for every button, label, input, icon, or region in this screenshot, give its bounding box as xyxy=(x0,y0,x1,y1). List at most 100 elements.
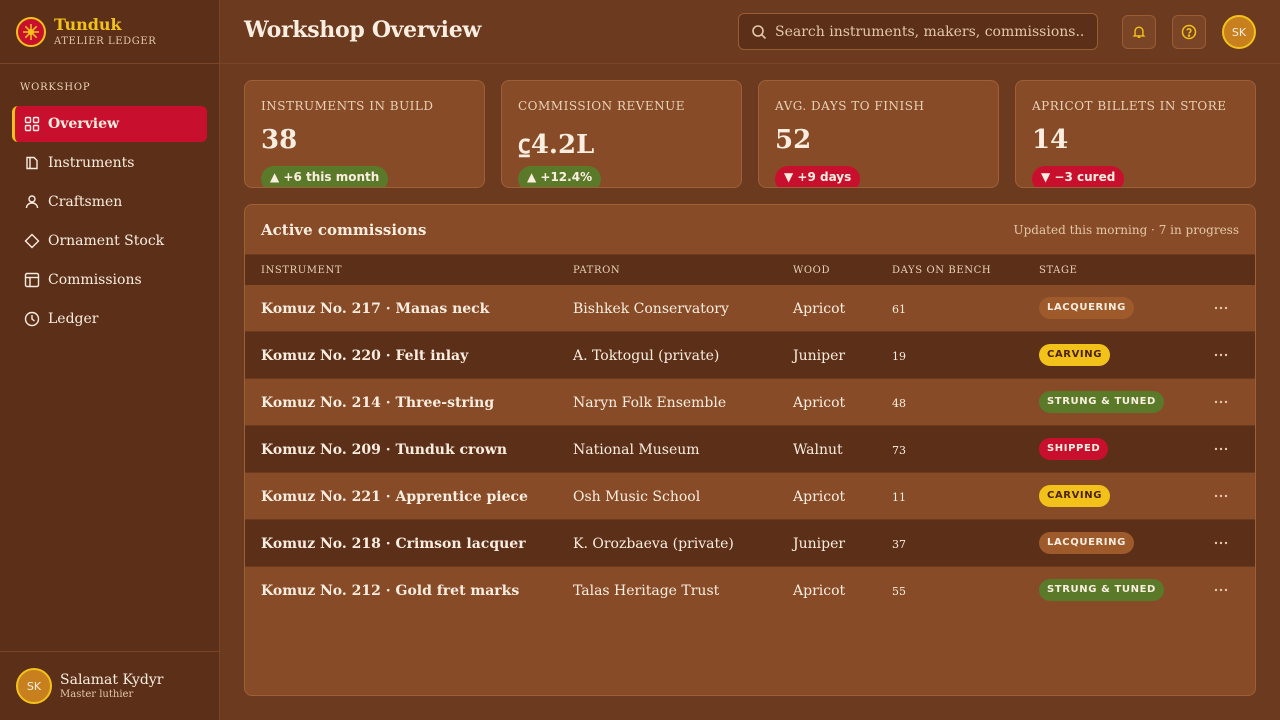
stat-delta-badge: ▼ +9 days xyxy=(775,166,861,187)
sidebar-item-commissions[interactable]: Commissions xyxy=(12,262,207,298)
search-box[interactable] xyxy=(738,13,1098,50)
brand[interactable]: Tunduk ATELIER LEDGER xyxy=(0,0,219,64)
patron-cell: National Museum xyxy=(573,442,700,458)
stat-card-instruments-in-build: INSTRUMENTS IN BUILD 38 ▲ +6 this month xyxy=(244,80,485,188)
sidebar-item-label: Instruments xyxy=(48,155,135,171)
table-row[interactable]: Komuz No. 221 · Apprentice piece Osh Mus… xyxy=(245,473,1255,520)
column-header-wood[interactable]: WOOD xyxy=(793,265,830,276)
user-role: Master luthier xyxy=(60,689,134,700)
instrument-cell: Komuz No. 218 · Crimson lacquer xyxy=(261,536,526,552)
search-input[interactable] xyxy=(775,23,1085,40)
column-header-days[interactable]: DAYS ON BENCH xyxy=(892,265,991,276)
topbar: Workshop Overview SK xyxy=(220,0,1280,64)
stage-badge: SHIPPED xyxy=(1039,438,1109,460)
help-icon xyxy=(1181,24,1197,40)
more-actions-icon[interactable] xyxy=(1211,579,1231,601)
patron-cell: Talas Heritage Trust xyxy=(573,583,720,599)
brand-subtitle: ATELIER LEDGER xyxy=(54,36,157,47)
wood-cell: Apricot xyxy=(793,583,846,599)
table-row[interactable]: Komuz No. 218 · Crimson lacquer K. Orozb… xyxy=(245,520,1255,567)
avatar: SK xyxy=(16,668,52,704)
sidebar-item-instruments[interactable]: Instruments xyxy=(12,145,207,181)
wood-cell: Apricot xyxy=(793,301,846,317)
instrument-cell: Komuz No. 214 · Three-string xyxy=(261,395,495,411)
clock-icon xyxy=(24,311,40,327)
table-row[interactable]: Komuz No. 214 · Three-string Naryn Folk … xyxy=(245,379,1255,426)
wood-cell: Juniper xyxy=(793,536,846,552)
instrument-cell: Komuz No. 212 · Gold fret marks xyxy=(261,583,520,599)
stage-badge: CARVING xyxy=(1039,344,1111,366)
days-cell: 11 xyxy=(892,491,906,504)
more-actions-icon[interactable] xyxy=(1211,344,1231,366)
wood-cell: Walnut xyxy=(793,442,843,458)
instrument-cell: Komuz No. 209 · Tunduk crown xyxy=(261,442,507,458)
stage-badge: LACQUERING xyxy=(1039,297,1134,319)
stage-badge: STRUNG & TUNED xyxy=(1039,579,1164,601)
stat-delta-badge: ▼ −3 cured xyxy=(1032,166,1125,187)
patron-cell: Bishkek Conservatory xyxy=(573,301,729,317)
stat-card-apricot-billets: APRICOT BILLETS IN STORE 14 ▼ −3 cured xyxy=(1015,80,1256,188)
user-profile[interactable]: SK Salamat Kydyr Master luthier xyxy=(0,651,219,720)
sidebar-item-overview[interactable]: Overview xyxy=(12,106,207,142)
active-commissions-panel: Active commissions Updated this morning … xyxy=(244,204,1256,696)
table-row[interactable]: Komuz No. 212 · Gold fret marks Talas He… xyxy=(245,567,1255,614)
grid-icon xyxy=(24,116,40,132)
table-row[interactable]: Komuz No. 217 · Manas neck Bishkek Conse… xyxy=(245,285,1255,332)
days-cell: 61 xyxy=(892,303,906,316)
stat-value: 38 xyxy=(261,125,298,155)
bell-icon xyxy=(1132,25,1146,39)
layout-icon xyxy=(24,272,40,288)
sidebar: Tunduk ATELIER LEDGER WORKSHOP Overview … xyxy=(0,0,220,720)
nav-section-label: WORKSHOP xyxy=(20,82,91,93)
page-title: Workshop Overview xyxy=(244,17,482,43)
stat-card-commission-revenue: COMMISSION REVENUE ⃀4.2L ▲ +12.4% xyxy=(501,80,742,188)
help-button[interactable] xyxy=(1172,15,1206,49)
more-actions-icon[interactable] xyxy=(1211,297,1231,319)
days-cell: 55 xyxy=(892,585,906,598)
days-cell: 19 xyxy=(892,350,906,363)
days-cell: 73 xyxy=(892,444,906,457)
column-header-instrument[interactable]: INSTRUMENT xyxy=(261,265,342,276)
sidebar-item-label: Overview xyxy=(48,116,120,132)
stage-badge: LACQUERING xyxy=(1039,532,1134,554)
stat-label: APRICOT BILLETS IN STORE xyxy=(1032,99,1227,113)
panel-title: Active commissions xyxy=(261,221,427,239)
wood-cell: Apricot xyxy=(793,489,846,505)
stat-label: COMMISSION REVENUE xyxy=(518,99,686,113)
table-row[interactable]: Komuz No. 209 · Tunduk crown National Mu… xyxy=(245,426,1255,473)
panel-meta: Updated this morning · 7 in progress xyxy=(1013,223,1239,237)
table-row[interactable]: Komuz No. 220 · Felt inlay A. Toktogul (… xyxy=(245,332,1255,379)
stat-label: AVG. DAYS TO FINISH xyxy=(775,99,925,113)
column-header-patron[interactable]: PATRON xyxy=(573,265,620,276)
instrument-cell: Komuz No. 217 · Manas neck xyxy=(261,301,490,317)
brand-name: Tunduk xyxy=(54,15,122,34)
more-actions-icon[interactable] xyxy=(1211,485,1231,507)
more-actions-icon[interactable] xyxy=(1211,391,1231,413)
stat-value: 52 xyxy=(775,125,812,155)
user-name: Salamat Kydyr xyxy=(60,672,164,688)
wood-cell: Apricot xyxy=(793,395,846,411)
notifications-button[interactable] xyxy=(1122,15,1156,49)
sidebar-item-craftsmen[interactable]: Craftsmen xyxy=(12,184,207,220)
account-avatar[interactable]: SK xyxy=(1222,15,1256,49)
sidebar-item-label: Commissions xyxy=(48,272,142,288)
stage-badge: CARVING xyxy=(1039,485,1111,507)
patron-cell: Naryn Folk Ensemble xyxy=(573,395,727,411)
more-actions-icon[interactable] xyxy=(1211,438,1231,460)
sidebar-item-ornament-stock[interactable]: Ornament Stock xyxy=(12,223,207,259)
wood-cell: Juniper xyxy=(793,348,846,364)
sidebar-item-label: Ledger xyxy=(48,311,99,327)
stat-delta-badge: ▲ +6 this month xyxy=(261,166,389,187)
sidebar-nav: Overview Instruments Craftsmen Ornament … xyxy=(0,106,219,337)
diamond-icon xyxy=(24,233,40,249)
book-icon xyxy=(24,155,40,171)
sidebar-item-label: Craftsmen xyxy=(48,194,123,210)
table-header: INSTRUMENT PATRON WOOD DAYS ON BENCH STA… xyxy=(245,255,1255,285)
more-actions-icon[interactable] xyxy=(1211,532,1231,554)
stat-value: 14 xyxy=(1032,125,1069,155)
patron-cell: A. Toktogul (private) xyxy=(573,348,720,364)
stat-value: ⃀4.2L xyxy=(518,130,595,160)
stage-badge: STRUNG & TUNED xyxy=(1039,391,1164,413)
sidebar-item-ledger[interactable]: Ledger xyxy=(12,301,207,337)
column-header-stage[interactable]: STAGE xyxy=(1039,265,1077,276)
